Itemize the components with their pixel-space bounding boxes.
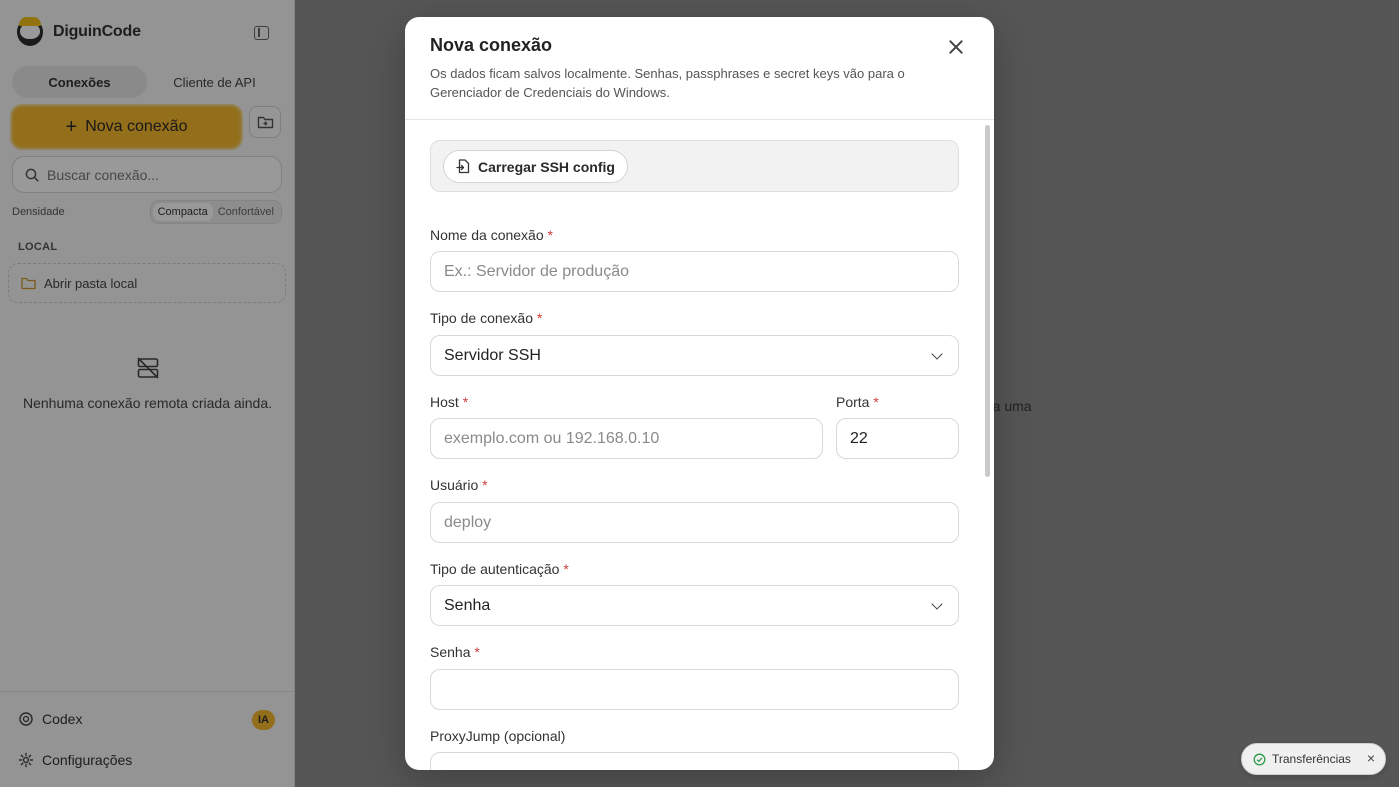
chevron-down-icon: [931, 597, 943, 610]
auth-type-label: Tipo de autenticação *: [430, 561, 569, 577]
password-label: Senha *: [430, 644, 480, 660]
port-label: Porta *: [836, 394, 879, 410]
connection-name-input[interactable]: [444, 262, 945, 281]
connection-name-label: Nome da conexão *: [430, 227, 553, 243]
auth-type-select[interactable]: Senha: [430, 585, 959, 626]
load-ssh-config-button[interactable]: Carregar SSH config: [443, 150, 628, 183]
user-input[interactable]: [444, 513, 945, 532]
host-label-text: Host: [430, 394, 459, 410]
load-ssh-config-label: Carregar SSH config: [478, 158, 615, 175]
required-mark: *: [474, 644, 480, 660]
modal-subtitle: Os dados ficam salvos localmente. Senhas…: [430, 66, 905, 100]
password-label-text: Senha: [430, 644, 471, 660]
required-mark: *: [462, 394, 469, 410]
password-field: [430, 669, 959, 710]
host-input[interactable]: [444, 429, 809, 448]
connection-type-select[interactable]: Servidor SSH: [430, 335, 959, 376]
modal-body: Carregar SSH config Nome da conexão * Ti…: [405, 121, 994, 770]
auth-type-label-text: Tipo de autenticação: [430, 561, 560, 577]
proxyjump-label: ProxyJump (opcional): [430, 728, 566, 744]
port-field: [836, 418, 959, 459]
chevron-down-icon: [931, 347, 943, 360]
file-import-icon: [456, 159, 470, 174]
connection-name-field: [430, 251, 959, 292]
chevron-down-icon: [931, 764, 943, 770]
user-field: [430, 502, 959, 543]
auth-type-value: Senha: [444, 596, 491, 614]
port-label-text: Porta: [836, 394, 870, 410]
port-input[interactable]: [850, 429, 945, 448]
host-field: [430, 418, 823, 459]
required-mark: *: [547, 227, 553, 243]
modal-scrollbar[interactable]: [985, 125, 990, 477]
required-mark: *: [873, 394, 879, 410]
host-label: Host *: [430, 394, 468, 410]
connection-type-label: Tipo de conexão *: [430, 310, 542, 326]
proxyjump-select[interactable]: [430, 752, 959, 770]
password-input[interactable]: [444, 680, 945, 699]
user-label-text: Usuário: [430, 477, 479, 493]
transfers-label: Transferências: [1272, 752, 1351, 766]
connection-type-value: Servidor SSH: [444, 346, 541, 364]
new-connection-modal: Nova conexão Os dados ficam salvos local…: [405, 17, 994, 770]
modal-header: Nova conexão Os dados ficam salvos local…: [405, 17, 994, 120]
modal-title: Nova conexão: [430, 35, 553, 55]
transfers-pill[interactable]: Transferências ×: [1241, 743, 1386, 775]
close-icon[interactable]: ×: [1367, 750, 1375, 766]
ssh-config-box: Carregar SSH config: [430, 140, 959, 192]
close-icon[interactable]: [948, 39, 964, 55]
check-circle-icon: [1253, 753, 1266, 765]
user-label: Usuário *: [430, 477, 488, 493]
required-mark: *: [563, 561, 569, 577]
required-mark: *: [482, 477, 488, 493]
connection-type-label-text: Tipo de conexão: [430, 310, 533, 326]
required-mark: *: [536, 310, 543, 326]
connection-name-label-text: Nome da conexão: [430, 227, 544, 243]
